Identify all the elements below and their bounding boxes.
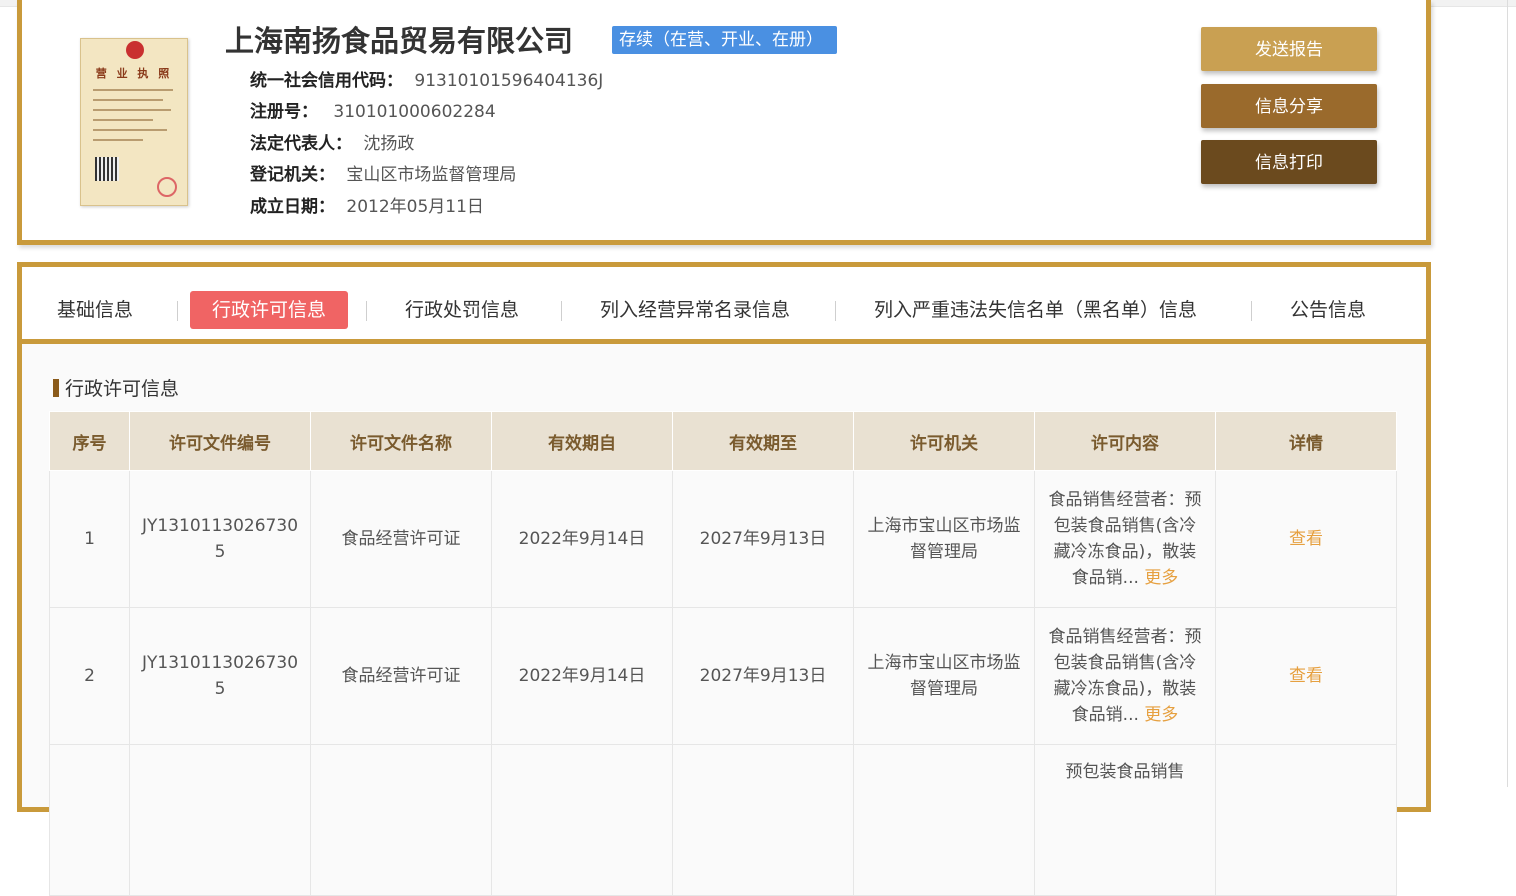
col-header-no: 序号 <box>49 411 130 471</box>
table-header-row: 序号 许可文件编号 许可文件名称 有效期自 有效期至 许可机关 许可内容 详情 <box>49 411 1397 471</box>
table-row: 预包装食品销售 <box>49 744 1397 896</box>
cell-valid-from: 2022年9月14日 <box>491 607 673 745</box>
tab-abnormal-list[interactable]: 列入经营异常名录信息 <box>600 291 790 329</box>
seal-icon <box>157 177 177 197</box>
cell-doc-name: 食品经营许可证 <box>310 607 492 745</box>
more-link[interactable]: 更多 <box>1144 705 1178 725</box>
business-license-image[interactable]: 营 业 执 照 <box>80 38 188 206</box>
col-header-content: 许可内容 <box>1034 411 1216 471</box>
cell-detail: 查看 <box>1215 470 1397 608</box>
reg-no-value: 310101000602284 <box>333 102 496 122</box>
cell-valid-to: 2027年9月13日 <box>672 470 854 608</box>
col-header-valid-from: 有效期自 <box>491 411 673 471</box>
cell-authority: 上海市宝山区市场监督管理局 <box>853 470 1035 608</box>
cell-doc-name <box>310 744 492 896</box>
est-date-value: 2012年05月11日 <box>346 197 484 217</box>
cell-content: 预包装食品销售 <box>1034 744 1216 896</box>
table-row: 2 JY13101130267305 食品经营许可证 2022年9月14日 20… <box>49 607 1397 745</box>
cell-detail <box>1215 744 1397 896</box>
legal-rep-value: 沈扬政 <box>363 134 415 154</box>
col-header-detail: 详情 <box>1215 411 1397 471</box>
more-link[interactable]: 更多 <box>1144 568 1178 588</box>
info-row-credit-code: 统一社会信用代码： 91310101596404136J <box>250 66 603 91</box>
status-badge: 存续（在营、开业、在册） <box>612 26 837 54</box>
tab-divider <box>1251 301 1252 321</box>
license-line <box>93 119 153 121</box>
view-detail-link[interactable]: 查看 <box>1289 529 1323 549</box>
license-table: 序号 许可文件编号 许可文件名称 有效期自 有效期至 许可机关 许可内容 详情 … <box>49 411 1397 896</box>
license-line <box>93 129 167 131</box>
content-text: 食品销售经营者：预包装食品销售(含冷藏冷冻食品)，散装食品销... <box>1048 627 1202 725</box>
col-header-valid-to: 有效期至 <box>672 411 854 471</box>
col-header-doc-no: 许可文件编号 <box>129 411 311 471</box>
cell-authority: 上海市宝山区市场监督管理局 <box>853 607 1035 745</box>
table-row: 1 JY13101130267305 食品经营许可证 2022年9月14日 20… <box>49 470 1397 608</box>
view-detail-link[interactable]: 查看 <box>1289 666 1323 686</box>
share-info-button[interactable]: 信息分享 <box>1201 84 1377 128</box>
tab-divider <box>835 301 836 321</box>
credit-code-value: 91310101596404136J <box>414 71 604 91</box>
company-card: 营 业 执 照 上海南扬食品贸易有限公司 存续（在营、开业、在册） 统一社会信用… <box>17 0 1431 245</box>
cell-doc-no: JY13101130267305 <box>129 470 311 608</box>
license-line <box>93 139 143 141</box>
cell-doc-name: 食品经营许可证 <box>310 470 492 608</box>
tab-announcements[interactable]: 公告信息 <box>1290 291 1366 329</box>
tab-basic-info[interactable]: 基础信息 <box>57 291 133 329</box>
info-row-est-date: 成立日期： 2012年05月11日 <box>250 192 484 217</box>
cell-valid-to: 2027年9月13日 <box>672 607 854 745</box>
section-title: 行政许可信息 <box>53 374 179 401</box>
license-line <box>93 89 173 91</box>
tab-divider <box>561 301 562 321</box>
page-edge <box>1507 0 1508 787</box>
section-title-text: 行政许可信息 <box>65 378 180 400</box>
cell-no <box>49 744 130 896</box>
content-text: 预包装食品销售 <box>1065 762 1185 782</box>
qr-code-icon <box>95 157 119 181</box>
cell-authority <box>853 744 1035 896</box>
license-line <box>93 99 163 101</box>
cell-no: 1 <box>49 470 130 608</box>
cell-valid-to <box>672 744 854 896</box>
print-info-button[interactable]: 信息打印 <box>1201 140 1377 184</box>
authority-value: 宝山区市场监督管理局 <box>346 165 517 185</box>
section-marker <box>53 379 59 397</box>
cell-valid-from: 2022年9月14日 <box>491 470 673 608</box>
tab-admin-penalty[interactable]: 行政处罚信息 <box>405 291 519 329</box>
company-name: 上海南扬食品贸易有限公司 <box>225 24 574 58</box>
col-header-doc-name: 许可文件名称 <box>310 411 492 471</box>
tab-divider <box>177 301 178 321</box>
info-label: 注册号： <box>250 102 318 122</box>
info-label: 登记机关： <box>250 165 335 185</box>
cell-no: 2 <box>49 607 130 745</box>
license-title: 营 业 执 照 <box>95 67 173 80</box>
cell-doc-no <box>129 744 311 896</box>
license-line <box>93 109 171 111</box>
content-text: 食品销售经营者：预包装食品销售(含冷藏冷冻食品)，散装食品销... <box>1048 490 1202 588</box>
info-label: 法定代表人： <box>250 134 352 154</box>
info-row-legal-rep: 法定代表人： 沈扬政 <box>250 129 414 154</box>
national-emblem-icon <box>126 41 144 59</box>
tab-blacklist[interactable]: 列入严重违法失信名单（黑名单）信息 <box>874 291 1197 329</box>
cell-content: 食品销售经营者：预包装食品销售(含冷藏冷冻食品)，散装食品销... 更多 <box>1034 607 1216 745</box>
info-row-reg-no: 注册号： 310101000602284 <box>250 97 496 122</box>
tab-divider <box>366 301 367 321</box>
col-header-authority: 许可机关 <box>853 411 1035 471</box>
send-report-button[interactable]: 发送报告 <box>1201 27 1377 71</box>
info-label: 统一社会信用代码： <box>250 71 403 91</box>
tab-admin-license[interactable]: 行政许可信息 <box>190 291 349 329</box>
cell-detail: 查看 <box>1215 607 1397 745</box>
cell-content: 食品销售经营者：预包装食品销售(含冷藏冷冻食品)，散装食品销... 更多 <box>1034 470 1216 608</box>
tab-bar: 基础信息 行政许可信息 行政处罚信息 列入经营异常名录信息 列入严重违法失信名单… <box>22 267 1426 344</box>
cell-doc-no: JY13101130267305 <box>129 607 311 745</box>
info-row-authority: 登记机关： 宝山区市场监督管理局 <box>250 160 516 185</box>
info-label: 成立日期： <box>250 197 335 217</box>
permit-card: 基础信息 行政许可信息 行政处罚信息 列入经营异常名录信息 列入严重违法失信名单… <box>17 262 1431 896</box>
cell-valid-from <box>491 744 673 896</box>
